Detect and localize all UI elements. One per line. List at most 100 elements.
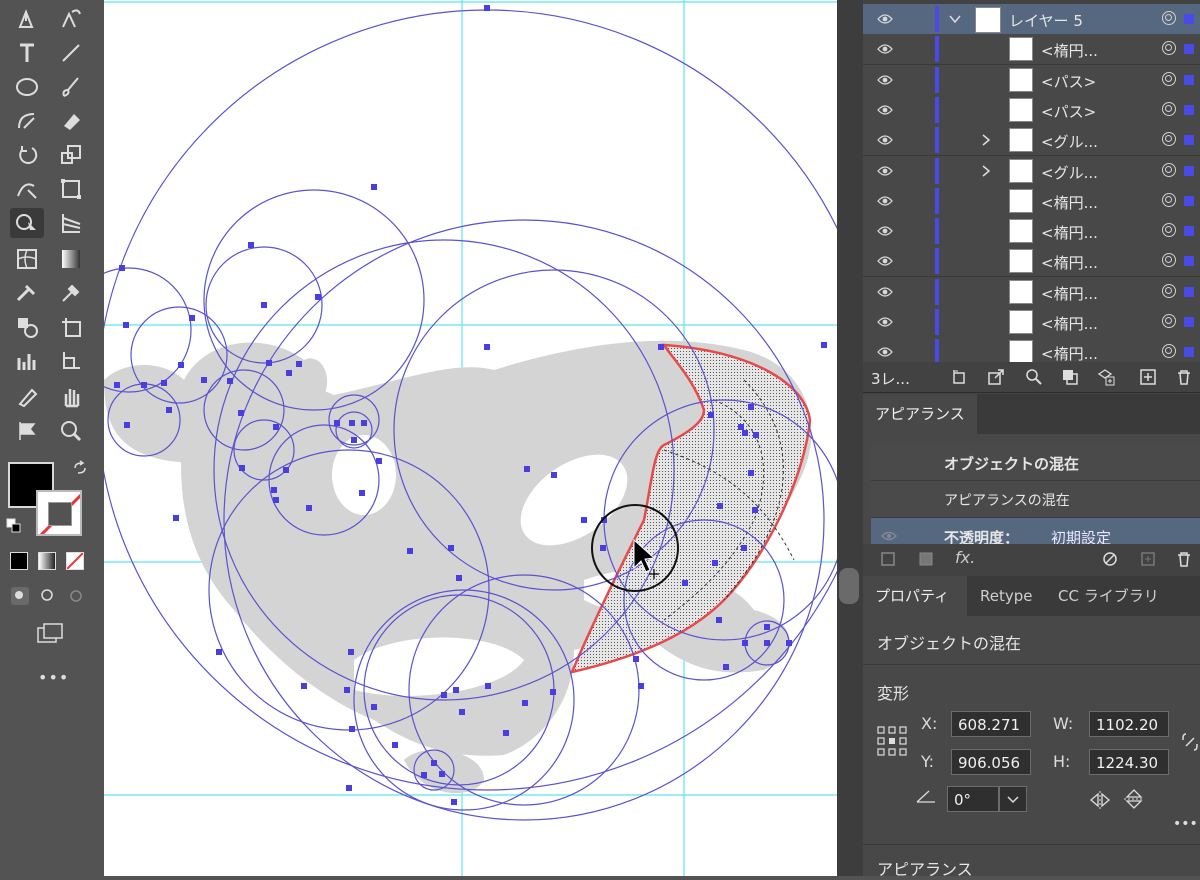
- add-fill-icon[interactable]: [917, 550, 935, 568]
- layer-name[interactable]: <グル...: [1041, 162, 1098, 183]
- angle-dropdown[interactable]: [999, 786, 1027, 812]
- selection-indicator[interactable]: [1184, 286, 1194, 297]
- anchor-point[interactable]: [371, 704, 377, 710]
- anchor-point[interactable]: [315, 294, 321, 300]
- clear-appearance-icon[interactable]: [1101, 550, 1119, 568]
- h-field[interactable]: 1224.30: [1089, 749, 1169, 775]
- column-graph-icon[interactable]: [10, 346, 44, 376]
- artboard-icon[interactable]: [54, 312, 88, 342]
- anchor-point[interactable]: [306, 505, 312, 511]
- shape-builder-icon[interactable]: [10, 208, 44, 238]
- eye-icon[interactable]: [877, 103, 893, 117]
- new-layer-icon[interactable]: [1139, 368, 1157, 386]
- hand-icon[interactable]: [54, 382, 88, 412]
- anchor-point[interactable]: [658, 344, 664, 350]
- anchor-point[interactable]: [286, 370, 292, 376]
- add-stroke-icon[interactable]: [879, 550, 897, 568]
- anchor-point[interactable]: [141, 382, 147, 388]
- anchor-point[interactable]: [550, 689, 556, 695]
- shaper-icon[interactable]: [10, 106, 44, 136]
- link-proportions-icon[interactable]: [1181, 730, 1199, 754]
- anchor-point[interactable]: [484, 5, 490, 11]
- anchor-point[interactable]: [166, 407, 172, 413]
- anchor-point[interactable]: [351, 437, 357, 443]
- layer-name[interactable]: <楕円...: [1041, 252, 1098, 273]
- x-field[interactable]: 608.271: [951, 711, 1031, 737]
- type-icon[interactable]: [10, 38, 44, 68]
- anchor-point[interactable]: [753, 432, 759, 438]
- chevron-down-icon[interactable]: [949, 14, 961, 24]
- eye-icon[interactable]: [877, 194, 893, 208]
- symbol-sprayer-icon[interactable]: [10, 278, 44, 308]
- anchor-point[interactable]: [273, 424, 279, 430]
- target-icon[interactable]: [1162, 101, 1176, 116]
- screen-mode-icon[interactable]: [36, 622, 66, 644]
- anchor-point[interactable]: [748, 470, 754, 476]
- anchor-point[interactable]: [742, 640, 748, 646]
- anchor-point[interactable]: [682, 580, 688, 586]
- eye-icon[interactable]: [881, 530, 897, 542]
- draw-inside-icon[interactable]: [66, 586, 86, 606]
- selection-indicator[interactable]: [1184, 317, 1194, 327]
- eye-icon[interactable]: [877, 315, 893, 329]
- anchor-point[interactable]: [124, 422, 130, 428]
- reference-point-icon[interactable]: [877, 726, 907, 756]
- slice-icon[interactable]: [54, 346, 88, 376]
- anchor-point[interactable]: [349, 726, 355, 732]
- line-icon[interactable]: [54, 38, 88, 68]
- flag-icon[interactable]: [10, 416, 44, 446]
- anchor-point[interactable]: [764, 640, 770, 646]
- tab-appearance[interactable]: アピアランス: [863, 394, 977, 434]
- eraser-icon[interactable]: [54, 106, 88, 136]
- anchor-point[interactable]: [392, 742, 398, 748]
- angle-field[interactable]: 0°: [947, 786, 999, 812]
- none-mode-icon[interactable]: [66, 552, 84, 570]
- w-field[interactable]: 1102.20: [1089, 711, 1169, 737]
- layer-row[interactable]: <グル...: [863, 125, 1200, 157]
- swap-fill-stroke-icon[interactable]: [72, 460, 88, 476]
- flip-horizontal-icon[interactable]: [1089, 790, 1111, 810]
- target-icon[interactable]: [1162, 71, 1176, 86]
- eye-icon[interactable]: [877, 285, 893, 299]
- locate-object-icon[interactable]: [1025, 368, 1043, 386]
- ellipse-icon[interactable]: [10, 72, 44, 102]
- tab-retype[interactable]: Retype: [968, 576, 1045, 616]
- anchor-point[interactable]: [485, 683, 491, 689]
- layer-row[interactable]: <楕円...: [863, 185, 1200, 217]
- y-field[interactable]: 906.056: [951, 749, 1031, 775]
- tab-properties[interactable]: プロパティ: [863, 576, 967, 616]
- anchor-point[interactable]: [349, 420, 355, 426]
- more-options-button[interactable]: •••: [1173, 816, 1198, 832]
- anchor-point[interactable]: [708, 412, 714, 418]
- anchor-point[interactable]: [712, 560, 718, 566]
- chevron-right-icon[interactable]: [981, 164, 991, 177]
- blend-icon[interactable]: [10, 312, 44, 342]
- artboard-canvas[interactable]: [104, 0, 837, 876]
- anchor-point[interactable]: [439, 771, 445, 777]
- anchor-point[interactable]: [248, 242, 254, 248]
- eye-icon[interactable]: [877, 133, 893, 147]
- free-transform-icon[interactable]: [54, 174, 88, 204]
- pen-icon[interactable]: [10, 4, 44, 34]
- layer-name[interactable]: <楕円...: [1041, 313, 1098, 334]
- anchor-point[interactable]: [717, 503, 723, 509]
- curvature-icon[interactable]: [54, 4, 88, 34]
- selection-indicator[interactable]: [1184, 347, 1194, 358]
- eyedropper-icon[interactable]: [54, 278, 88, 308]
- anchor-point[interactable]: [283, 467, 289, 473]
- anchor-point[interactable]: [633, 656, 639, 662]
- anchor-point[interactable]: [716, 617, 722, 623]
- anchor-point[interactable]: [407, 548, 413, 554]
- anchor-point[interactable]: [821, 342, 827, 348]
- anchor-point[interactable]: [376, 458, 382, 464]
- layer-row[interactable]: <楕円...: [863, 34, 1200, 66]
- layer-row[interactable]: <楕円...: [863, 276, 1200, 308]
- anchor-point[interactable]: [764, 624, 770, 630]
- anchor-point[interactable]: [201, 377, 207, 383]
- anchor-point[interactable]: [334, 420, 340, 426]
- layer-row[interactable]: <楕円...: [863, 246, 1200, 278]
- anchor-point[interactable]: [456, 575, 462, 581]
- layer-name[interactable]: <楕円...: [1041, 283, 1098, 304]
- make-clipping-mask-icon[interactable]: [1061, 368, 1079, 386]
- anchor-point[interactable]: [216, 649, 222, 655]
